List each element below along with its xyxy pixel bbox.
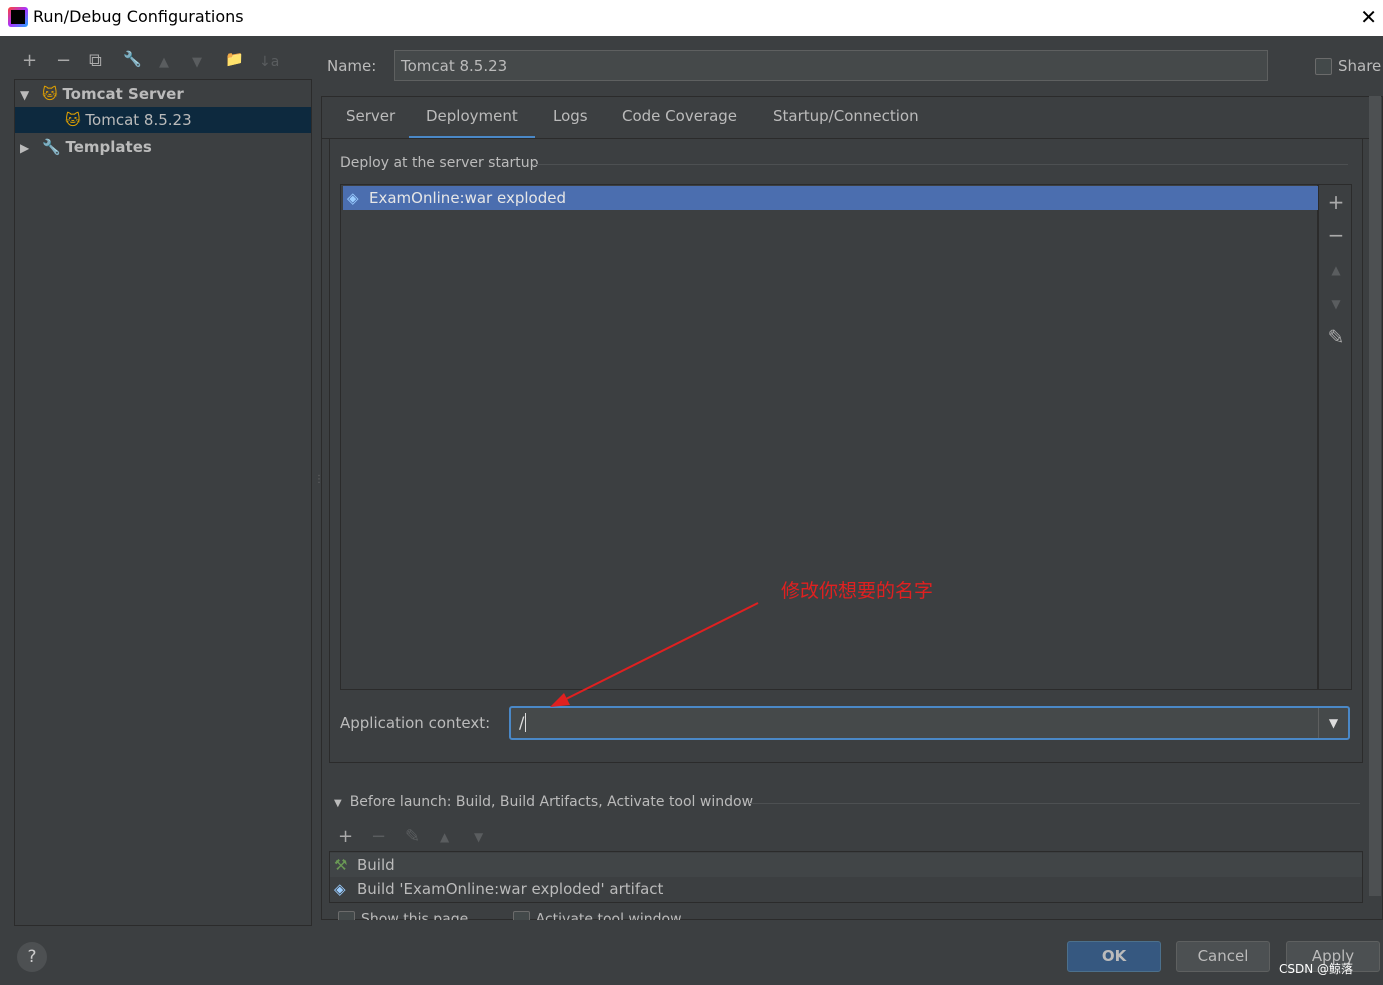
sort-button[interactable]: ↓a: [259, 54, 279, 70]
move-up-artifact-button[interactable]: ▲: [1319, 263, 1353, 277]
share-checkbox[interactable]: Share: [1315, 57, 1381, 75]
watermark: CSDN @鲸落: [1279, 962, 1354, 976]
tab-startup-connection[interactable]: Startup/Connection: [773, 107, 919, 139]
tree-node-tomcat-server[interactable]: ▼ 🐱 Tomcat Server: [15, 81, 311, 107]
tab-deployment[interactable]: Deployment: [409, 107, 535, 139]
task-label: Build: [357, 856, 395, 874]
add-config-button[interactable]: +: [22, 50, 37, 71]
cancel-button[interactable]: Cancel: [1176, 941, 1270, 972]
artifact-row[interactable]: ◈ ExamOnline:war exploded: [343, 186, 1318, 210]
task-row-build-artifact[interactable]: ◈ Build 'ExamOnline:war exploded' artifa…: [330, 877, 1362, 901]
tab-server[interactable]: Server: [346, 107, 395, 139]
artifact-toolbar: + − ▲ ▼ ✎: [1318, 184, 1352, 690]
collapse-arrow-icon[interactable]: ▼: [334, 798, 342, 809]
move-up-task-button[interactable]: ▲: [440, 830, 449, 844]
tree-item-tomcat-8-5-23[interactable]: 🐱 Tomcat 8.5.23: [15, 107, 311, 133]
artifact-icon: ◈: [347, 189, 359, 207]
close-icon[interactable]: ✕: [1360, 5, 1377, 29]
move-down-task-button[interactable]: ▼: [474, 830, 483, 844]
move-down-artifact-button[interactable]: ▼: [1319, 297, 1353, 311]
before-launch-title: Before launch: Build, Build Artifacts, A…: [349, 794, 754, 810]
dropdown-arrow-icon[interactable]: ▼: [1318, 708, 1348, 738]
activate-tool-window-checkbox[interactable]: [512, 911, 530, 920]
add-artifact-button[interactable]: +: [1319, 190, 1353, 214]
checkbox-box[interactable]: [1315, 58, 1332, 75]
deploy-section-title: Deploy at the server startup: [340, 155, 539, 171]
share-label: Share: [1338, 57, 1382, 75]
before-launch-header[interactable]: ▼ Before launch: Build, Build Artifacts, …: [334, 794, 753, 810]
move-up-button[interactable]: ▲: [159, 55, 169, 70]
tomcat-icon: 🐱: [42, 85, 58, 103]
wrench-icon: 🔧: [42, 138, 61, 156]
edit-task-pencil-icon[interactable]: ✎: [405, 826, 420, 847]
splitter-handle[interactable]: ⋮: [314, 475, 324, 485]
remove-artifact-button[interactable]: −: [1319, 223, 1353, 247]
app-context-label: Application context:: [340, 714, 491, 732]
window-title: Run/Debug Configurations: [33, 7, 244, 26]
clipped-options: Show this page Activate tool window: [338, 911, 1238, 920]
tab-logs[interactable]: Logs: [553, 107, 588, 139]
copy-config-button[interactable]: ⧉: [89, 50, 102, 71]
hammer-icon: ⚒: [334, 856, 348, 874]
title-bar: Run/Debug Configurations ✕: [0, 0, 1383, 36]
edit-artifact-pencil-icon[interactable]: ✎: [1319, 325, 1353, 349]
annotation-text: 修改你想要的名字: [781, 580, 934, 602]
move-down-button[interactable]: ▼: [192, 55, 202, 70]
show-page-label: Show this page: [361, 911, 469, 921]
collapse-arrow-icon[interactable]: ▶: [20, 141, 29, 155]
app-context-value: /: [519, 713, 525, 732]
tree-templates-label: Templates: [65, 138, 152, 156]
activate-tool-window-label: Activate tool window: [535, 911, 682, 921]
before-launch-list: ⚒ Build ◈ Build 'ExamOnline:war exploded…: [329, 851, 1363, 903]
text-cursor: [525, 713, 532, 732]
vertical-scrollbar[interactable]: [1369, 96, 1381, 896]
new-folder-button[interactable]: 📁: [225, 50, 244, 68]
tomcat-icon: 🐱: [65, 111, 81, 129]
help-button[interactable]: ?: [17, 942, 47, 972]
artifact-icon: ◈: [334, 880, 346, 898]
annotation-arrow: [550, 602, 759, 707]
section-divider: [534, 164, 1348, 165]
tree-node-templates[interactable]: ▶ 🔧 Templates: [15, 134, 311, 160]
tab-code-coverage[interactable]: Code Coverage: [622, 107, 737, 139]
artifact-name: ExamOnline:war exploded: [369, 189, 566, 207]
tree-group-label: Tomcat Server: [62, 85, 184, 103]
name-input[interactable]: Tomcat 8.5.23: [394, 50, 1268, 81]
edit-defaults-wrench-icon[interactable]: 🔧: [123, 50, 142, 68]
remove-task-button[interactable]: −: [371, 826, 386, 847]
intellij-logo-icon: [8, 7, 28, 27]
ok-button[interactable]: OK: [1067, 941, 1161, 972]
section-divider: [750, 803, 1360, 804]
show-page-checkbox[interactable]: [338, 911, 355, 920]
config-tree: ▼ 🐱 Tomcat Server 🐱 Tomcat 8.5.23 ▶ 🔧 Te…: [14, 79, 312, 926]
arrow-line: [553, 602, 759, 706]
name-label: Name:: [327, 57, 377, 75]
task-row-build[interactable]: ⚒ Build: [330, 853, 1362, 877]
arrow-head: [550, 693, 570, 707]
add-task-button[interactable]: +: [338, 826, 353, 847]
artifact-list[interactable]: [340, 184, 1318, 690]
tree-item-label: Tomcat 8.5.23: [85, 111, 192, 129]
expand-arrow-icon[interactable]: ▼: [20, 88, 29, 102]
remove-config-button[interactable]: −: [56, 50, 71, 71]
task-label: Build 'ExamOnline:war exploded' artifact: [357, 880, 664, 898]
